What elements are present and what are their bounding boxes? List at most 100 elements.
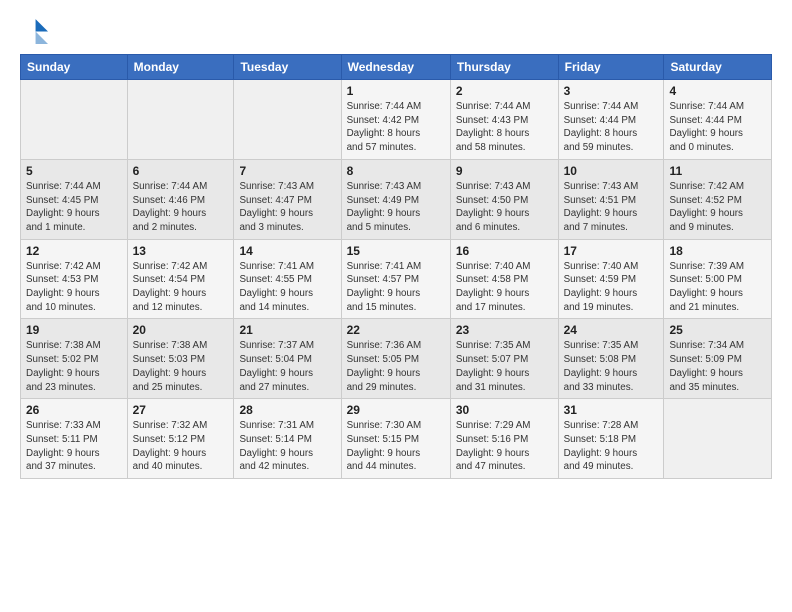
col-monday: Monday (127, 55, 234, 80)
cell-day-number: 6 (133, 164, 229, 178)
table-row: 3Sunrise: 7:44 AMSunset: 4:44 PMDaylight… (558, 80, 664, 160)
cell-info-text: Sunrise: 7:35 AMSunset: 5:07 PMDaylight:… (456, 339, 553, 394)
cell-day-number: 30 (456, 403, 553, 417)
cell-info-text: Sunrise: 7:44 AMSunset: 4:44 PMDaylight:… (669, 100, 766, 155)
cell-info-text: Sunrise: 7:35 AMSunset: 5:08 PMDaylight:… (564, 339, 659, 394)
table-row: 2 Sunrise: 7:44 AMSunset: 4:43 PMDaylight… (450, 80, 558, 160)
cell-day-number: 18 (669, 244, 766, 258)
table-row: 31 Sunrise: 7:28 AMSunset: 5:18 PMDayligh… (558, 399, 664, 479)
cell-info-text: Sunrise: 7:43 AMSunset: 4:50 PMDaylight:… (456, 180, 553, 235)
cell-info-text: Sunrise: 7:44 AMSunset: 4:42 PMDaylight:… (347, 100, 445, 155)
col-friday: Friday (558, 55, 664, 80)
table-row: 6 Sunrise: 7:44 AMSunset: 4:46 PMDaylight… (127, 159, 234, 239)
cell-day-number: 1 (347, 84, 445, 98)
calendar-week-row: 12 Sunrise: 7:42 AMSunset: 4:53 PMDayligh… (21, 239, 772, 319)
cell-info-text: Sunrise: 7:33 AMSunset: 5:11 PMDaylight:… (26, 419, 122, 474)
table-row: 25 Sunrise: 7:34 AMSunset: 5:09 PMDayligh… (664, 319, 772, 399)
cell-day-number: 21 (239, 323, 335, 337)
table-row (234, 80, 341, 160)
cell-day-number: 26 (26, 403, 122, 417)
cell-info-text: Sunrise: 7:43 AMSunset: 4:49 PMDaylight:… (347, 180, 445, 235)
table-row: 15 Sunrise: 7:41 AMSunset: 4:57 PMDayligh… (341, 239, 450, 319)
cell-info-text: Sunrise: 7:42 AMSunset: 4:52 PMDaylight:… (669, 180, 766, 235)
cell-day-number: 3 (564, 84, 659, 98)
table-row: 13 Sunrise: 7:42 AMSunset: 4:54 PMDayligh… (127, 239, 234, 319)
cell-info-text: Sunrise: 7:28 AMSunset: 5:18 PMDaylight:… (564, 419, 659, 474)
table-row: 26 Sunrise: 7:33 AMSunset: 5:11 PMDayligh… (21, 399, 128, 479)
cell-info-text: Sunrise: 7:42 AMSunset: 4:53 PMDaylight:… (26, 260, 122, 315)
table-row: 18Sunrise: 7:39 AMSunset: 5:00 PMDayligh… (664, 239, 772, 319)
cell-day-number: 24 (564, 323, 659, 337)
col-wednesday: Wednesday (341, 55, 450, 80)
table-row: 17 Sunrise: 7:40 AMSunset: 4:59 PMDayligh… (558, 239, 664, 319)
cell-day-number: 17 (564, 244, 659, 258)
table-row: 24 Sunrise: 7:35 AMSunset: 5:08 PMDayligh… (558, 319, 664, 399)
calendar-week-row: 26 Sunrise: 7:33 AMSunset: 5:11 PMDayligh… (21, 399, 772, 479)
cell-day-number: 25 (669, 323, 766, 337)
page: Sunday Monday Tuesday Wednesday Thursday… (0, 0, 792, 495)
cell-info-text: Sunrise: 7:40 AMSunset: 4:58 PMDaylight:… (456, 260, 553, 315)
table-row: 27 Sunrise: 7:32 AMSunset: 5:12 PMDayligh… (127, 399, 234, 479)
cell-day-number: 31 (564, 403, 659, 417)
cell-day-number: 15 (347, 244, 445, 258)
table-row: 4 Sunrise: 7:44 AMSunset: 4:44 PMDaylight… (664, 80, 772, 160)
cell-day-number: 14 (239, 244, 335, 258)
table-row (127, 80, 234, 160)
cell-info-text: Sunrise: 7:36 AMSunset: 5:05 PMDaylight:… (347, 339, 445, 394)
cell-info-text: Sunrise: 7:37 AMSunset: 5:04 PMDaylight:… (239, 339, 335, 394)
col-saturday: Saturday (664, 55, 772, 80)
table-row (21, 80, 128, 160)
table-row: 22Sunrise: 7:36 AMSunset: 5:05 PMDayligh… (341, 319, 450, 399)
cell-day-number: 23 (456, 323, 553, 337)
table-row: 10Sunrise: 7:43 AMSunset: 4:51 PMDayligh… (558, 159, 664, 239)
cell-info-text: Sunrise: 7:34 AMSunset: 5:09 PMDaylight:… (669, 339, 766, 394)
cell-info-text: Sunrise: 7:31 AMSunset: 5:14 PMDaylight:… (239, 419, 335, 474)
header (20, 16, 772, 44)
table-row: 19Sunrise: 7:38 AMSunset: 5:02 PMDayligh… (21, 319, 128, 399)
table-row: 28 Sunrise: 7:31 AMSunset: 5:14 PMDayligh… (234, 399, 341, 479)
table-row: 21 Sunrise: 7:37 AMSunset: 5:04 PMDayligh… (234, 319, 341, 399)
col-tuesday: Tuesday (234, 55, 341, 80)
cell-day-number: 28 (239, 403, 335, 417)
col-sunday: Sunday (21, 55, 128, 80)
cell-day-number: 20 (133, 323, 229, 337)
cell-day-number: 5 (26, 164, 122, 178)
calendar-week-row: 19Sunrise: 7:38 AMSunset: 5:02 PMDayligh… (21, 319, 772, 399)
cell-day-number: 4 (669, 84, 766, 98)
col-thursday: Thursday (450, 55, 558, 80)
cell-info-text: Sunrise: 7:44 AMSunset: 4:45 PMDaylight:… (26, 180, 122, 235)
logo (20, 16, 52, 44)
cell-day-number: 29 (347, 403, 445, 417)
generalblue-logo-icon (20, 16, 48, 44)
cell-day-number: 11 (669, 164, 766, 178)
table-row: 11 Sunrise: 7:42 AMSunset: 4:52 PMDayligh… (664, 159, 772, 239)
cell-day-number: 13 (133, 244, 229, 258)
table-row: 9 Sunrise: 7:43 AMSunset: 4:50 PMDaylight… (450, 159, 558, 239)
cell-info-text: Sunrise: 7:41 AMSunset: 4:55 PMDaylight:… (239, 260, 335, 315)
table-row: 29Sunrise: 7:30 AMSunset: 5:15 PMDayligh… (341, 399, 450, 479)
cell-day-number: 9 (456, 164, 553, 178)
cell-day-number: 2 (456, 84, 553, 98)
cell-day-number: 27 (133, 403, 229, 417)
table-row: 8Sunrise: 7:43 AMSunset: 4:49 PMDaylight… (341, 159, 450, 239)
cell-info-text: Sunrise: 7:43 AMSunset: 4:47 PMDaylight:… (239, 180, 335, 235)
cell-day-number: 12 (26, 244, 122, 258)
calendar-week-row: 5 Sunrise: 7:44 AMSunset: 4:45 PMDaylight… (21, 159, 772, 239)
cell-info-text: Sunrise: 7:42 AMSunset: 4:54 PMDaylight:… (133, 260, 229, 315)
cell-info-text: Sunrise: 7:32 AMSunset: 5:12 PMDaylight:… (133, 419, 229, 474)
cell-info-text: Sunrise: 7:41 AMSunset: 4:57 PMDaylight:… (347, 260, 445, 315)
table-row: 7 Sunrise: 7:43 AMSunset: 4:47 PMDaylight… (234, 159, 341, 239)
cell-info-text: Sunrise: 7:44 AMSunset: 4:46 PMDaylight:… (133, 180, 229, 235)
cell-info-text: Sunrise: 7:40 AMSunset: 4:59 PMDaylight:… (564, 260, 659, 315)
table-row: 30 Sunrise: 7:29 AMSunset: 5:16 PMDayligh… (450, 399, 558, 479)
table-row: 20Sunrise: 7:38 AMSunset: 5:03 PMDayligh… (127, 319, 234, 399)
cell-day-number: 16 (456, 244, 553, 258)
cell-info-text: Sunrise: 7:44 AMSunset: 4:43 PMDaylight:… (456, 100, 553, 155)
table-row: 16 Sunrise: 7:40 AMSunset: 4:58 PMDayligh… (450, 239, 558, 319)
cell-info-text: Sunrise: 7:29 AMSunset: 5:16 PMDaylight:… (456, 419, 553, 474)
cell-day-number: 10 (564, 164, 659, 178)
calendar-week-row: 1 Sunrise: 7:44 AMSunset: 4:42 PMDaylight… (21, 80, 772, 160)
cell-day-number: 7 (239, 164, 335, 178)
table-row: 5 Sunrise: 7:44 AMSunset: 4:45 PMDaylight… (21, 159, 128, 239)
table-row: 23 Sunrise: 7:35 AMSunset: 5:07 PMDayligh… (450, 319, 558, 399)
